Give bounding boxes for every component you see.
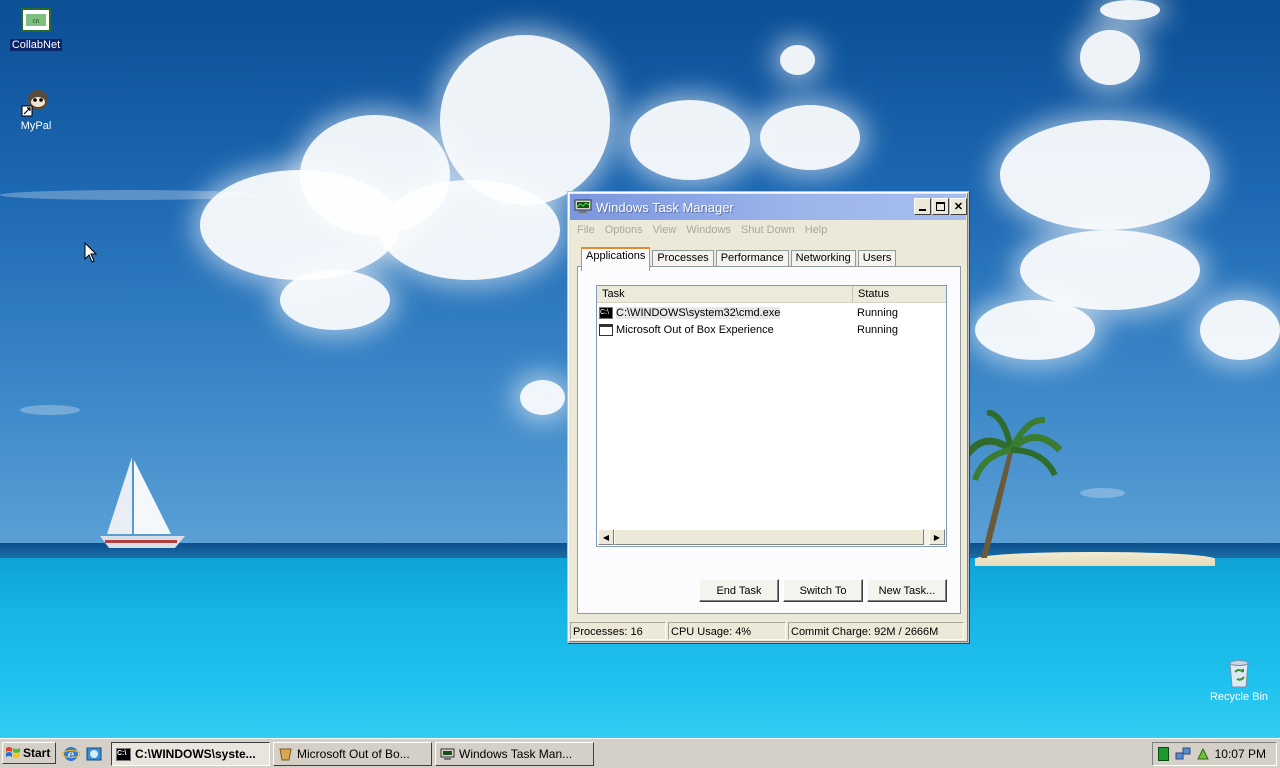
cmd-icon: C:\ xyxy=(116,747,131,761)
wallpaper-cloud xyxy=(630,100,750,180)
menu-bar: File Options View Windows Shut Down Help xyxy=(572,222,832,240)
taskbar: Start e C:\ C:\WINDOWS\syste... Microsof… xyxy=(0,738,1280,768)
maximize-button[interactable] xyxy=(932,198,949,215)
collabnet-icon: cn xyxy=(21,8,51,32)
task-name: C:\WINDOWS\system32\cmd.exe xyxy=(616,306,781,319)
start-label: Start xyxy=(23,746,51,760)
menu-options[interactable]: Options xyxy=(600,222,648,240)
windows-logo-icon xyxy=(6,747,20,758)
task-status: Running xyxy=(857,323,898,336)
wallpaper-cloud xyxy=(975,300,1095,360)
minimize-icon xyxy=(919,209,926,211)
wallpaper-cloud xyxy=(1020,230,1200,310)
taskbar-button-task-manager[interactable]: Windows Task Man... xyxy=(435,742,594,766)
taskbar-button-oobe[interactable]: Microsoft Out of Bo... xyxy=(273,742,432,766)
applications-panel: Task Status C:\ C:\WINDOWS\system32\cmd.… xyxy=(577,266,961,614)
wallpaper-cloud-streak xyxy=(0,190,260,200)
desktop-icon-label: CollabNet xyxy=(9,39,63,51)
wallpaper-cloud xyxy=(380,180,560,280)
scroll-right-icon[interactable]: ▶ xyxy=(929,529,945,545)
task-manager-icon xyxy=(574,199,592,213)
taskbar-button-label: C:\WINDOWS\syste... xyxy=(135,747,256,761)
title-bar[interactable]: Windows Task Manager ✕ xyxy=(570,194,967,220)
switch-to-button[interactable]: Switch To xyxy=(783,579,863,602)
scroll-left-icon[interactable]: ◀ xyxy=(598,529,614,545)
task-list-header: Task Status xyxy=(597,286,946,303)
clock[interactable]: 10:07 PM xyxy=(1215,747,1266,761)
window-title: Windows Task Manager xyxy=(596,199,734,215)
new-task-button[interactable]: New Task... xyxy=(867,579,947,602)
sailboat-illustration xyxy=(100,457,185,548)
horizontal-scrollbar[interactable]: ◀ ▶ xyxy=(598,529,945,545)
task-list[interactable]: Task Status C:\ C:\WINDOWS\system32\cmd.… xyxy=(596,285,947,547)
close-icon: ✕ xyxy=(953,201,964,213)
status-bar: Processes: 16 CPU Usage: 4% Commit Charg… xyxy=(570,622,966,640)
window-icon xyxy=(599,323,613,336)
wallpaper-cloud-streak xyxy=(1080,488,1125,498)
internet-explorer-icon[interactable]: e xyxy=(62,745,80,763)
svg-text:cn: cn xyxy=(32,18,39,25)
desktop-icon-recycle-bin[interactable]: Recycle Bin xyxy=(1204,657,1274,703)
wallpaper-cloud xyxy=(760,105,860,170)
status-processes: Processes: 16 xyxy=(570,622,666,640)
task-row[interactable]: C:\ C:\WINDOWS\system32\cmd.exe Running xyxy=(599,304,944,321)
menu-windows[interactable]: Windows xyxy=(681,222,736,240)
maximize-icon xyxy=(936,202,945,211)
wallpaper-cloud xyxy=(520,380,565,415)
status-commit-charge: Commit Charge: 92M / 2666M xyxy=(788,622,964,640)
taskbar-button-label: Windows Task Man... xyxy=(459,747,573,761)
close-button[interactable]: ✕ xyxy=(950,198,967,215)
recycle-bin-icon xyxy=(1229,660,1249,688)
wallpaper-cloud xyxy=(780,45,815,75)
oobe-icon xyxy=(279,748,292,760)
column-header-status[interactable]: Status xyxy=(853,286,946,302)
task-manager-window[interactable]: Windows Task Manager ✕ File Options View… xyxy=(567,191,969,643)
end-task-button[interactable]: End Task xyxy=(699,579,779,602)
wallpaper-cloud xyxy=(1000,120,1210,230)
windows-explorer-icon[interactable] xyxy=(85,745,103,763)
wallpaper-cloud xyxy=(1080,30,1140,85)
column-header-task[interactable]: Task xyxy=(597,286,853,302)
wallpaper-cloud-streak xyxy=(20,405,80,415)
desktop-icon-mypal[interactable]: MyPal xyxy=(4,86,68,132)
taskbar-button-cmd[interactable]: C:\ C:\WINDOWS\syste... xyxy=(111,742,270,766)
menu-view[interactable]: View xyxy=(648,222,682,240)
menu-help[interactable]: Help xyxy=(800,222,833,240)
menu-file[interactable]: File xyxy=(572,222,600,240)
desktop-icon-collabnet[interactable]: cn CollabNet xyxy=(4,5,68,51)
task-name: Microsoft Out of Box Experience xyxy=(616,323,774,336)
tab-applications[interactable]: Applications xyxy=(581,247,651,271)
start-button[interactable]: Start xyxy=(2,742,56,764)
status-cpu-usage: CPU Usage: 4% xyxy=(668,622,786,640)
cpu-meter-icon[interactable] xyxy=(1158,747,1169,761)
task-row[interactable]: Microsoft Out of Box Experience Running xyxy=(599,321,944,338)
tab-strip: Applications Processes Performance Netwo… xyxy=(581,247,898,271)
palm-tree-illustration xyxy=(965,410,1063,558)
wallpaper-cloud xyxy=(1100,0,1160,20)
wallpaper-cloud xyxy=(1200,300,1280,360)
wallpaper-cloud xyxy=(280,270,390,330)
cmd-icon: C:\ xyxy=(599,306,613,319)
system-tray: 10:07 PM xyxy=(1152,742,1277,766)
network-icon[interactable] xyxy=(1175,747,1191,761)
desktop-icon-label: Recycle Bin xyxy=(1209,691,1269,703)
scroll-thumb[interactable] xyxy=(614,529,924,545)
taskbar-button-label: Microsoft Out of Bo... xyxy=(297,747,410,761)
task-status: Running xyxy=(857,306,898,319)
menu-shut-down[interactable]: Shut Down xyxy=(736,222,800,240)
mypal-icon xyxy=(21,90,48,117)
desktop-icon-label: MyPal xyxy=(20,120,52,132)
mouse-pointer-icon xyxy=(84,242,98,263)
task-manager-icon xyxy=(440,748,455,760)
security-icon[interactable] xyxy=(1195,747,1211,761)
minimize-button[interactable] xyxy=(914,198,931,215)
